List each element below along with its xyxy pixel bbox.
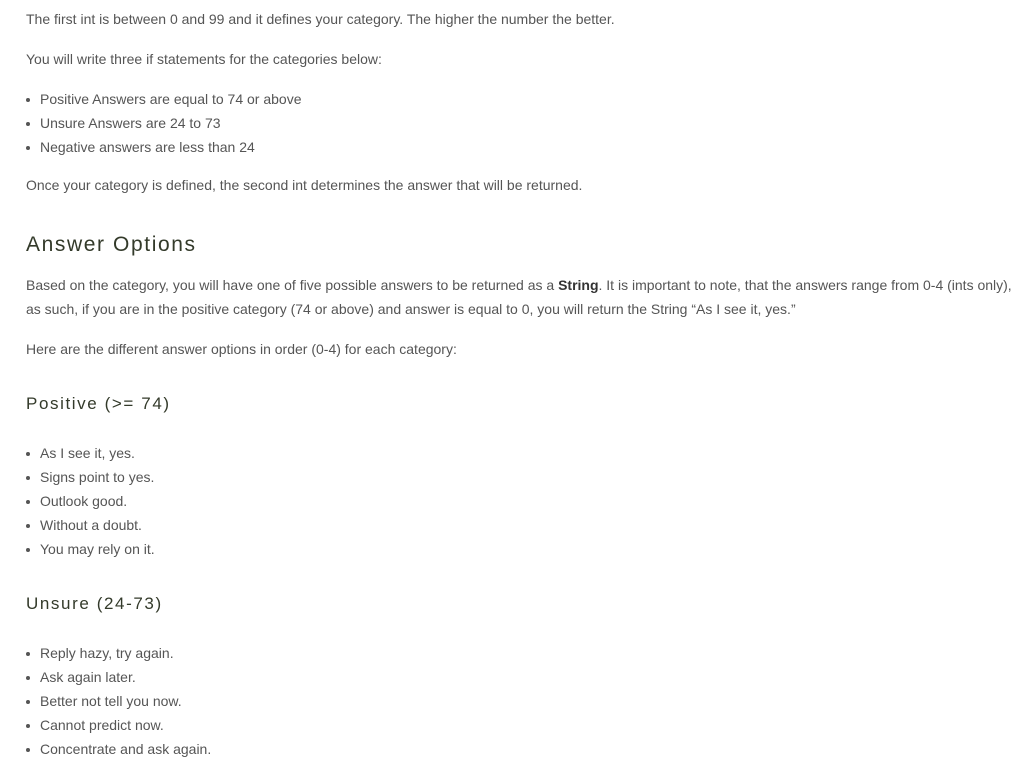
unsure-heading: Unsure (24-73)	[26, 594, 163, 613]
answer-options-heading: Answer Options	[26, 233, 197, 256]
list-item: Better not tell you now.	[0, 689, 211, 713]
list-item: Outlook good.	[0, 489, 155, 513]
answer-options-paragraph: Based on the category, you will have one…	[26, 273, 1021, 321]
list-item: Positive Answers are equal to 74 or abov…	[0, 87, 302, 111]
list-item: Signs point to yes.	[0, 465, 155, 489]
list-item: As I see it, yes.	[0, 441, 155, 465]
list-item: Reply hazy, try again.	[0, 641, 211, 665]
answer-order-paragraph: Here are the different answer options in…	[26, 341, 457, 357]
list-item: Without a doubt.	[0, 513, 155, 537]
answer-options-text-before: Based on the category, you will have one…	[26, 277, 559, 293]
unsure-answers-list: Reply hazy, try again. Ask again later. …	[0, 641, 211, 761]
list-item: You may rely on it.	[0, 537, 155, 561]
list-item: Negative answers are less than 24	[0, 135, 302, 159]
positive-answers-list: As I see it, yes. Signs point to yes. Ou…	[0, 441, 155, 561]
if-statements-paragraph: You will write three if statements for t…	[26, 51, 382, 67]
second-int-paragraph: Once your category is defined, the secon…	[26, 177, 583, 193]
list-item: Concentrate and ask again.	[0, 737, 211, 761]
positive-heading: Positive (>= 74)	[26, 394, 171, 413]
intro-paragraph: The first int is between 0 and 99 and it…	[26, 11, 615, 27]
category-list: Positive Answers are equal to 74 or abov…	[0, 87, 302, 159]
list-item: Ask again later.	[0, 665, 211, 689]
list-item: Cannot predict now.	[0, 713, 211, 737]
string-keyword: String	[558, 277, 599, 293]
list-item: Unsure Answers are 24 to 73	[0, 111, 302, 135]
